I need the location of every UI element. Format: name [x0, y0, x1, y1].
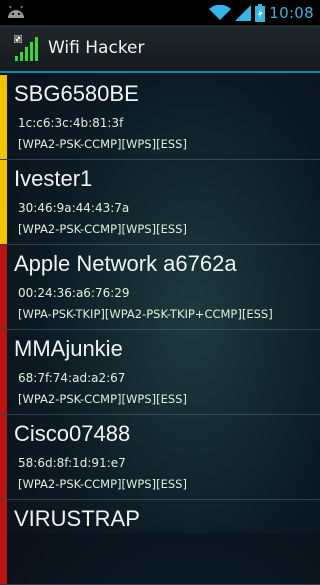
action-bar: Wifi Hacker [0, 25, 320, 73]
network-item[interactable]: VIRUSTRAP [0, 500, 320, 585]
battery-icon [255, 3, 266, 22]
security-stripe [0, 500, 7, 584]
network-ssid: SBG6580BE [14, 81, 139, 106]
status-time: 10:08 [269, 3, 314, 22]
network-bssid: 68:7f:74:ad:a2:67 [18, 371, 126, 385]
security-stripe [0, 160, 7, 244]
security-stripe [0, 415, 7, 499]
network-item[interactable]: SBG6580BE 1c:c6:3c:4b:81:3f [WPA2-PSK-CC… [0, 75, 320, 160]
security-stripe [0, 330, 7, 414]
network-ssid: VIRUSTRAP [14, 506, 140, 531]
network-item[interactable]: Ivester1 30:46:9a:44:43:7a [WPA2-PSK-CCM… [0, 160, 320, 245]
network-bssid: 58:6d:8f:1d:91:e7 [18, 456, 126, 470]
wifi-icon [209, 4, 232, 20]
network-ssid: Cisco07488 [14, 421, 131, 446]
network-bssid: 00:24:36:a6:76:29 [18, 286, 130, 300]
network-bssid: 30:46:9a:44:43:7a [18, 201, 130, 215]
network-item[interactable]: Cisco07488 58:6d:8f:1d:91:e7 [WPA2-PSK-C… [0, 415, 320, 500]
network-ssid: MMAjunkie [14, 336, 123, 361]
network-ssid: Apple Network a6762a [14, 251, 237, 276]
network-capabilities: [WPA-PSK-TKIP][WPA2-PSK-TKIP+CCMP][ESS] [18, 307, 273, 321]
network-capabilities: [WPA2-PSK-CCMP][WPS][ESS] [18, 222, 187, 236]
network-capabilities: [WPA2-PSK-CCMP][WPS][ESS] [18, 137, 187, 151]
security-stripe [0, 75, 7, 159]
status-bar: 10:08 [0, 0, 320, 25]
android-icon [8, 5, 24, 18]
network-ssid: Ivester1 [14, 166, 93, 191]
network-capabilities: [WPA2-PSK-CCMP][WPS][ESS] [18, 477, 187, 491]
app-title: Wifi Hacker [48, 38, 145, 58]
wifi-hacker-app-icon[interactable] [12, 34, 40, 62]
signal-icon [235, 4, 252, 21]
network-item[interactable]: MMAjunkie 68:7f:74:ad:a2:67 [WPA2-PSK-CC… [0, 330, 320, 415]
network-bssid: 1c:c6:3c:4b:81:3f [18, 116, 124, 130]
network-item[interactable]: Apple Network a6762a 00:24:36:a6:76:29 [… [0, 245, 320, 330]
security-stripe [0, 245, 7, 329]
network-capabilities: [WPA2-PSK-CCMP][WPS][ESS] [18, 392, 187, 406]
network-list: SBG6580BE 1c:c6:3c:4b:81:3f [WPA2-PSK-CC… [0, 75, 320, 585]
